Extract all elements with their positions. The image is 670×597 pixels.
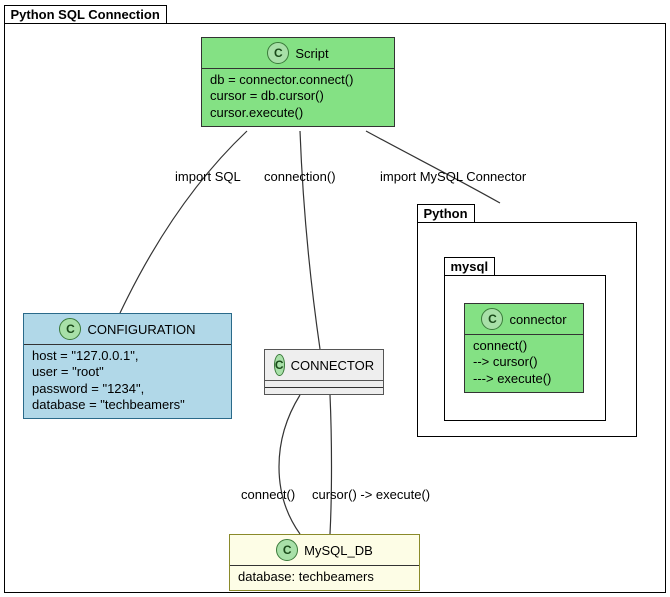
class-connector-title: CONNECTOR	[291, 358, 375, 373]
package-root-label: Python SQL Connection	[4, 5, 167, 23]
class-icon: C	[276, 539, 298, 561]
edge-label-import-mysql: import MySQL Connector	[380, 169, 526, 184]
class-mysql-db: C MySQL_DB database: techbeamers	[229, 534, 420, 591]
class-mysql-db-title: MySQL_DB	[304, 543, 373, 558]
class-connector-mod: C connector connect() --> cursor() ---> …	[464, 303, 584, 393]
edge-label-connect: connect()	[241, 487, 295, 502]
class-script-body: db = connector.connect() cursor = db.cur…	[202, 69, 394, 126]
class-icon: C	[274, 354, 285, 376]
edge-label-import-sql: import SQL	[175, 169, 241, 184]
class-icon: C	[481, 308, 503, 330]
class-configuration: C CONFIGURATION host = "127.0.0.1", user…	[23, 313, 232, 419]
edge-label-connection: connection()	[264, 169, 336, 184]
class-connector-mod-body: connect() --> cursor() ---> execute()	[465, 335, 583, 392]
class-connector-mod-title: connector	[509, 312, 566, 327]
class-script: C Script db = connector.connect() cursor…	[201, 37, 395, 127]
edge-label-cursor-execute: cursor() -> execute()	[312, 487, 430, 502]
class-connector: C CONNECTOR	[264, 349, 384, 395]
class-script-title: Script	[295, 46, 328, 61]
diagram-root: Python SQL Connection C Script db = conn…	[0, 0, 670, 597]
class-icon: C	[59, 318, 81, 340]
package-python-label: Python	[417, 204, 475, 222]
class-icon: C	[267, 42, 289, 64]
class-configuration-body: host = "127.0.0.1", user = "root" passwo…	[24, 345, 231, 418]
class-mysql-db-body: database: techbeamers	[230, 566, 419, 590]
package-mysql-label: mysql	[444, 257, 496, 275]
class-configuration-title: CONFIGURATION	[87, 322, 195, 337]
